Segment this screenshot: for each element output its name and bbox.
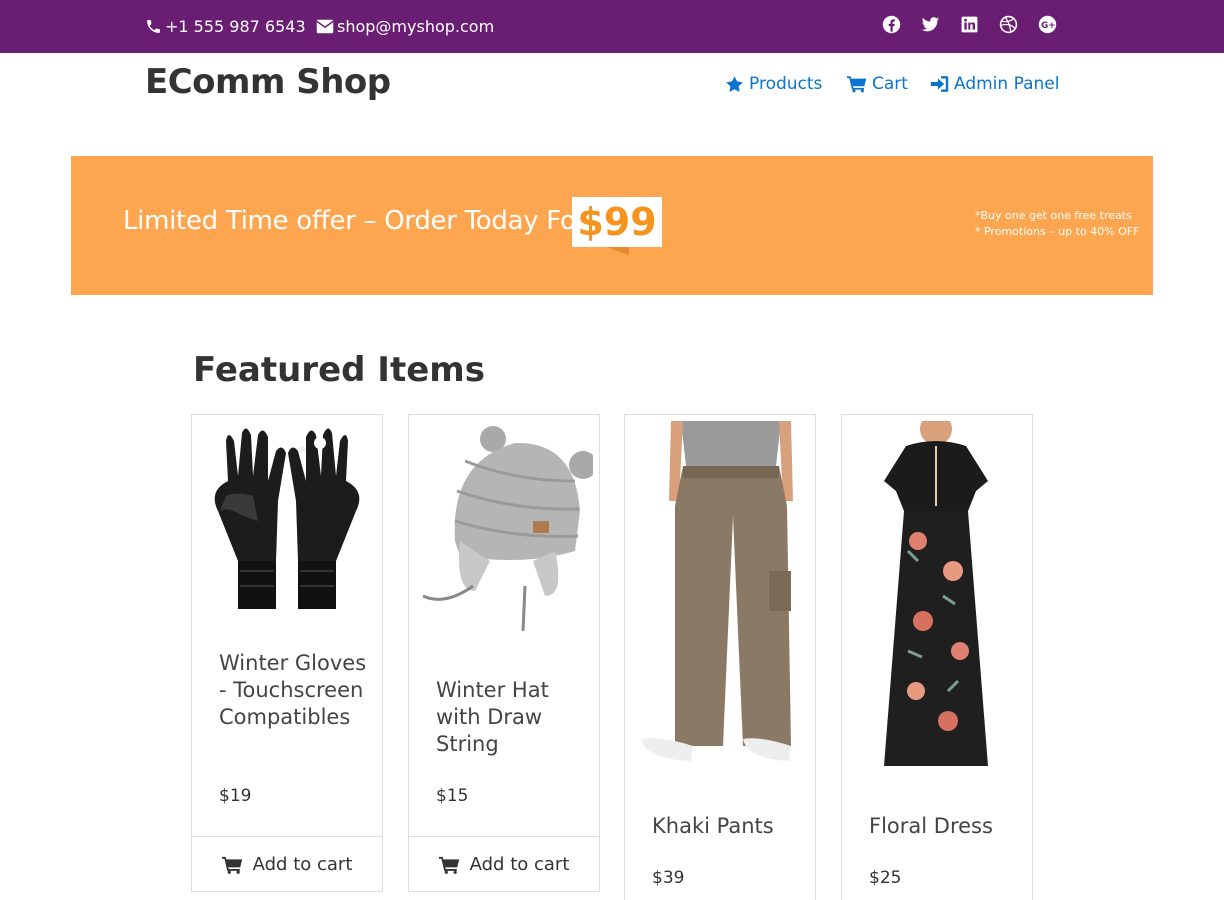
add-to-cart-gloves-button[interactable]: Add to cart	[192, 836, 382, 891]
social-links: G+	[882, 15, 1057, 34]
top-bar: +1 555 987 6543 shop@myshop.com G+	[0, 0, 1224, 53]
nav-admin-label: Admin Panel	[954, 74, 1060, 94]
cart-icon	[221, 856, 242, 874]
product-name-dress[interactable]: Floral Dress	[869, 813, 1029, 840]
product-image-dress[interactable]	[848, 415, 1026, 773]
product-image-pants[interactable]	[631, 421, 809, 773]
product-card-hat: Winter Hat with Draw String $15 Add to c…	[408, 414, 600, 892]
product-image-hat[interactable]	[415, 421, 597, 632]
phone-contact[interactable]: +1 555 987 6543	[145, 0, 306, 53]
product-price-gloves: $19	[219, 786, 252, 806]
email-address: shop@myshop.com	[337, 17, 495, 36]
add-to-cart-label: Add to cart	[469, 854, 570, 875]
promo-banner[interactable]: Limited Time offer – Order Today For $99…	[71, 156, 1153, 295]
product-card-pants: Khaki Pants $39	[624, 414, 816, 900]
site-brand[interactable]: EComm Shop	[145, 62, 391, 102]
product-name-pants[interactable]: Khaki Pants	[652, 813, 812, 840]
product-card-gloves: Winter Gloves - Touchscreen Compatibles …	[191, 414, 383, 892]
dribbble-icon[interactable]	[999, 15, 1018, 34]
product-name-gloves[interactable]: Winter Gloves - Touchscreen Compatibles	[219, 650, 369, 731]
cart-icon	[847, 76, 867, 93]
product-image-gloves[interactable]	[198, 421, 376, 631]
twitter-icon[interactable]	[921, 15, 940, 34]
svg-text:G+: G+	[1041, 21, 1055, 31]
banner-price: $99	[572, 197, 662, 247]
nav-admin-panel[interactable]: Admin Panel	[930, 72, 1059, 96]
banner-promo-1: *Buy one get one free treats	[975, 209, 1132, 222]
google-plus-icon[interactable]: G+	[1038, 15, 1057, 34]
product-price-dress: $25	[869, 868, 902, 888]
nav-cart[interactable]: Cart	[847, 72, 908, 96]
featured-title: Featured Items	[193, 350, 485, 390]
phone-icon	[147, 20, 160, 33]
sign-in-icon	[930, 76, 949, 92]
add-to-cart-hat-button[interactable]: Add to cart	[409, 836, 599, 891]
banner-promo-2: * Promotions – up to 40% OFF	[975, 225, 1140, 238]
linkedin-icon[interactable]	[960, 15, 979, 34]
add-to-cart-label: Add to cart	[252, 854, 353, 875]
product-card-dress: Floral Dress $25	[841, 414, 1033, 900]
email-contact[interactable]: shop@myshop.com	[316, 0, 494, 53]
banner-headline: Limited Time offer – Order Today For	[123, 206, 586, 236]
nav-products-label: Products	[749, 74, 823, 94]
cart-icon	[438, 856, 459, 874]
phone-number: +1 555 987 6543	[165, 17, 306, 36]
nav-cart-label: Cart	[872, 74, 908, 94]
nav-products[interactable]: Products	[725, 72, 822, 96]
envelope-icon	[316, 19, 334, 34]
product-name-hat[interactable]: Winter Hat with Draw String	[436, 677, 586, 758]
product-price-pants: $39	[652, 868, 685, 888]
star-icon	[726, 75, 743, 92]
facebook-icon[interactable]	[882, 15, 901, 34]
product-price-hat: $15	[436, 786, 469, 806]
